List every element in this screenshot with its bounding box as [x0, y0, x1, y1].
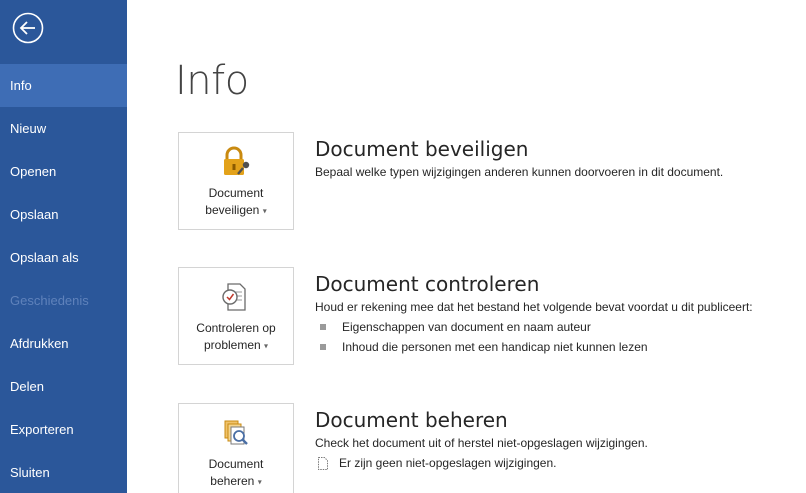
nav-item-info[interactable]: Info	[0, 64, 127, 107]
list-item: Eigenschappen van document en naam auteu…	[315, 320, 806, 334]
nav-item-geschiedenis: Geschiedenis	[10, 293, 89, 308]
inspect-document-description: Houd er rekening mee dat het bestand het…	[315, 300, 753, 314]
nav-item-opslaan-als[interactable]: Opslaan als	[0, 236, 127, 279]
lock-key-icon	[224, 146, 250, 175]
nav-item-nieuw[interactable]: Nieuw	[0, 107, 127, 150]
back-button[interactable]	[12, 12, 44, 44]
protect-document-label: Document beveiligen ▾	[205, 186, 267, 217]
backstage-nav: Info Nieuw Openen Opslaan Opslaan als Ge…	[0, 64, 127, 493]
document-icon	[318, 456, 328, 470]
manage-document-description: Check het document uit of herstel niet-o…	[315, 436, 648, 450]
dropdown-caret-icon: ▾	[257, 477, 262, 487]
inspect-document-icon	[222, 283, 246, 311]
unsaved-changes-note: Er zijn geen niet-opgeslagen wijzigingen…	[315, 456, 806, 470]
dropdown-caret-icon: ▾	[264, 341, 269, 351]
nav-item-exporteren[interactable]: Exporteren	[0, 408, 127, 451]
protect-document-title: Document beveiligen	[315, 137, 529, 161]
protect-document-button[interactable]: Document beveiligen ▾	[178, 132, 294, 230]
manage-document-info: Document beheren Check het document uit …	[315, 407, 806, 470]
manage-document-button[interactable]: Document beheren ▾	[178, 403, 294, 493]
nav-item-delen[interactable]: Delen	[0, 365, 127, 408]
check-for-issues-button[interactable]: Controleren op problemen ▾	[178, 267, 294, 365]
nav-item-afdrukken[interactable]: Afdrukken	[0, 322, 127, 365]
list-item: Inhoud die personen met een handicap nie…	[315, 340, 806, 354]
nav-item-opslaan[interactable]: Opslaan	[0, 193, 127, 236]
check-for-issues-label: Controleren op problemen ▾	[196, 321, 276, 352]
inspect-document-info: Document controleren Houd er rekening me…	[315, 271, 806, 354]
back-arrow-icon	[12, 12, 44, 44]
bullet-square-icon	[320, 344, 326, 350]
manage-document-title: Document beheren	[315, 408, 508, 432]
manage-document-icon	[224, 420, 248, 445]
backstage-main: Info Document beveiligen ▾ Document beve…	[127, 0, 806, 493]
inspect-document-title: Document controleren	[315, 272, 540, 296]
nav-item-openen[interactable]: Openen	[0, 150, 127, 193]
manage-document-label: Document beheren ▾	[208, 457, 264, 488]
page-title: Info	[175, 58, 249, 104]
protect-document-description: Bepaal welke typen wijzigingen anderen k…	[315, 165, 724, 179]
dropdown-caret-icon: ▾	[262, 206, 267, 216]
protect-document-info: Document beveiligen Bepaal welke typen w…	[315, 136, 806, 179]
backstage-sidebar: Info Nieuw Openen Opslaan Opslaan als Ge…	[0, 0, 127, 493]
bullet-square-icon	[320, 324, 326, 330]
backstage-window: Info Nieuw Openen Opslaan Opslaan als Ge…	[0, 0, 806, 493]
nav-item-sluiten[interactable]: Sluiten	[0, 451, 127, 493]
